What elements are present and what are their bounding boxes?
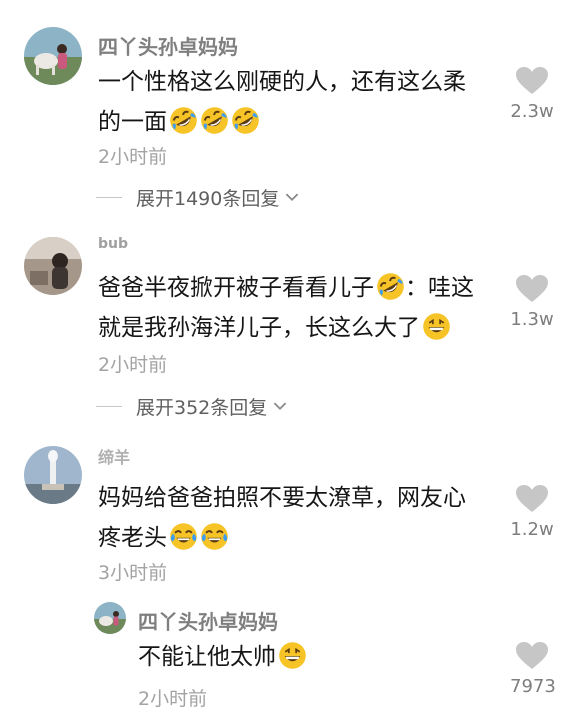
expand-replies-button[interactable]: 展开352条回复 xyxy=(96,393,287,420)
comment-text-segment: 的一面 xyxy=(98,109,167,135)
reply-time: 2小时前 xyxy=(138,688,208,710)
like-button[interactable]: 7973 xyxy=(510,642,556,697)
comment-text: 一个性格这么刚硬的人，还有这么柔 的一面 xyxy=(98,62,466,142)
chevron-down-icon xyxy=(285,193,299,202)
like-button[interactable]: 2.3w xyxy=(510,67,554,122)
like-button[interactable]: 1.3w xyxy=(510,275,554,330)
comment-text: 爸爸半夜掀开被子看看儿子 ：哇这 就是我孙海洋儿子，长这么大了 xyxy=(98,268,474,348)
tears-of-joy-icon xyxy=(200,522,229,551)
grin-icon xyxy=(422,312,451,341)
expand-replies-button[interactable]: 展开1490条回复 xyxy=(96,184,299,211)
comment-time: 2小时前 xyxy=(98,354,168,376)
heart-icon xyxy=(516,275,548,303)
tears-of-joy-icon xyxy=(169,522,198,551)
like-count: 1.3w xyxy=(510,309,554,330)
like-count: 7973 xyxy=(510,676,556,697)
rofl-icon xyxy=(200,106,229,135)
grin-icon xyxy=(278,641,307,670)
reply-text-segment: 不能让他太帅 xyxy=(138,644,276,670)
avatar[interactable] xyxy=(24,27,82,85)
comment-text-segment: 疼老头 xyxy=(98,525,167,551)
rofl-icon xyxy=(376,272,405,301)
rofl-icon xyxy=(169,106,198,135)
expand-replies-label: 展开352条回复 xyxy=(136,397,268,419)
comment-text-line: 一个性格这么刚硬的人，还有这么柔 xyxy=(98,69,466,95)
comment-text-line: 爸爸半夜掀开被子看看儿子 ：哇这 xyxy=(98,268,474,308)
divider xyxy=(96,405,122,408)
heart-icon xyxy=(516,67,548,95)
like-button[interactable]: 1.2w xyxy=(510,485,554,540)
comment-text-segment: ：哇这 xyxy=(405,275,474,301)
rofl-icon xyxy=(231,106,260,135)
avatar[interactable] xyxy=(24,446,82,504)
comment-time: 2小时前 xyxy=(98,146,168,168)
comment-time: 3小时前 xyxy=(98,562,168,584)
like-count: 2.3w xyxy=(510,101,554,122)
reply-item: 四丫头孙卓妈妈 不能让他太帅 2小时前 7973 xyxy=(0,590,570,713)
heart-icon xyxy=(516,642,548,670)
comment-item: bub 爸爸半夜掀开被子看看儿子 ：哇这 就是我孙海洋儿子，长这么大了 2小时前 … xyxy=(0,220,570,430)
avatar[interactable] xyxy=(94,602,126,634)
avatar[interactable] xyxy=(24,237,82,295)
comment-username[interactable]: 四丫头孙卓妈妈 xyxy=(98,31,238,60)
like-count: 1.2w xyxy=(510,519,554,540)
comment-username[interactable]: 缔羊 xyxy=(98,444,130,468)
comment-item: 四丫头孙卓妈妈 一个性格这么刚硬的人，还有这么柔 的一面 2小时前 2.3w 展… xyxy=(0,0,570,220)
comment-text: 妈妈给爸爸拍照不要太潦草，网友心 疼老头 xyxy=(98,478,466,558)
divider xyxy=(96,196,122,199)
comment-item: 缔羊 妈妈给爸爸拍照不要太潦草，网友心 疼老头 3小时前 1.2w xyxy=(0,430,570,590)
reply-username[interactable]: 四丫头孙卓妈妈 xyxy=(138,606,278,635)
comment-username[interactable]: bub xyxy=(98,236,128,252)
comment-text-segment: 就是我孙海洋儿子，长这么大了 xyxy=(98,315,420,341)
comment-text-line: 疼老头 xyxy=(98,518,466,558)
comment-text-segment: 爸爸半夜掀开被子看看儿子 xyxy=(98,275,374,301)
reply-text: 不能让他太帅 xyxy=(138,637,307,677)
comment-text-line: 的一面 xyxy=(98,102,466,142)
expand-replies-label: 展开1490条回复 xyxy=(136,188,280,210)
comment-text-line: 就是我孙海洋儿子，长这么大了 xyxy=(98,308,474,348)
chevron-down-icon xyxy=(273,402,287,411)
heart-icon xyxy=(516,485,548,513)
comment-text-line: 妈妈给爸爸拍照不要太潦草，网友心 xyxy=(98,485,466,511)
